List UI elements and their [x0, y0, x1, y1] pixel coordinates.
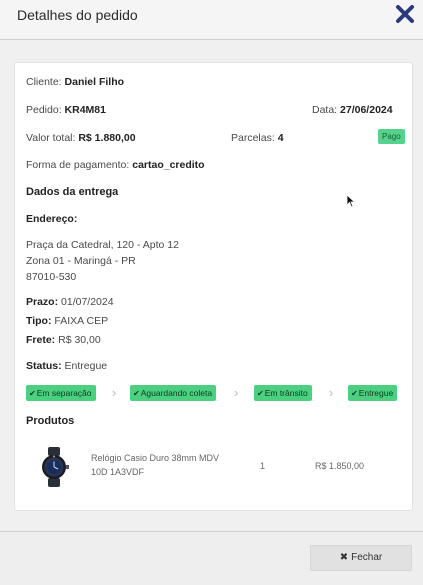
- deadline-value: 01/07/2024: [61, 296, 114, 308]
- client-label: Cliente:: [26, 76, 62, 88]
- status-step-label: Entregue: [358, 388, 394, 398]
- check-icon: ✔: [351, 389, 358, 398]
- delivery-status-row: Status: Entregue: [26, 360, 107, 373]
- total-row: Valor total: R$ 1.880,00: [26, 132, 136, 145]
- installments-label: Parcelas:: [231, 132, 275, 144]
- product-qty: 1: [260, 461, 266, 471]
- product-name-line-2: 10D 1A3VDF: [91, 467, 145, 477]
- order-id: KR4M81: [64, 104, 106, 116]
- check-icon: ✔: [133, 389, 140, 398]
- deadline-row: Prazo: 01/07/2024: [26, 296, 114, 309]
- deadline-label: Prazo:: [26, 296, 59, 308]
- delivery-heading: Dados da entrega: [26, 186, 119, 198]
- shipping-type-label: Tipo:: [26, 315, 52, 327]
- total-value: R$ 1.880,00: [78, 132, 136, 144]
- order-id-label: Pedido:: [26, 104, 62, 116]
- status-step-em-separacao: ✔Em separação: [26, 385, 96, 401]
- client-row: Cliente: Daniel Filho: [26, 76, 124, 89]
- order-date: 27/06/2024: [340, 104, 393, 116]
- order-id-row: Pedido: KR4M81: [26, 104, 106, 117]
- chevron-right-icon: ›: [234, 385, 239, 400]
- products-heading: Produtos: [26, 415, 75, 427]
- address-line-3: 87010-530: [26, 271, 77, 283]
- delivery-status-value: Entregue: [64, 360, 108, 372]
- freight-row: Frete: R$ 30,00: [26, 334, 101, 347]
- status-step-label: Em trânsito: [264, 388, 308, 398]
- client-name: Daniel Filho: [64, 76, 125, 88]
- status-step-label: Aguardando coleta: [140, 388, 213, 398]
- close-button-label: Fechar: [351, 552, 383, 563]
- modal-header: Detalhes do pedido: [0, 0, 423, 40]
- modal-footer: ✖ Fechar: [0, 533, 423, 585]
- modal-body: Cliente: Daniel Filho Pedido: KR4M81 Dat…: [0, 41, 423, 532]
- chevron-right-icon: ›: [329, 385, 334, 400]
- mouse-cursor-icon: [346, 194, 356, 208]
- order-card: Cliente: Daniel Filho Pedido: KR4M81 Dat…: [14, 62, 413, 511]
- address-label: Endereço:: [26, 213, 78, 225]
- order-date-label: Data:: [312, 104, 338, 116]
- chevron-right-icon: ›: [112, 385, 117, 400]
- status-step-aguardando-coleta: ✔Aguardando coleta: [130, 385, 217, 401]
- payment-method: cartao_credito: [132, 159, 205, 171]
- shipping-type-value: FAIXA CEP: [54, 315, 109, 327]
- close-button[interactable]: ✖ Fechar: [310, 545, 412, 571]
- status-step-entregue: ✔Entregue: [348, 385, 398, 401]
- product-name-line-1: Relógio Casio Duro 38mm MDV: [91, 453, 220, 463]
- payment-method-label: Forma de pagamento:: [26, 159, 130, 171]
- order-date-row: Data: 27/06/2024: [312, 104, 393, 117]
- shipping-type-row: Tipo: FAIXA CEP: [26, 315, 108, 328]
- status-step-em-transito: ✔Em trânsito: [254, 385, 312, 401]
- freight-label: Frete:: [26, 334, 56, 346]
- payment-method-row: Forma de pagamento: cartao_credito: [26, 159, 205, 172]
- installments-value: 4: [277, 132, 284, 144]
- address-line-1: Praça da Catedral, 120 - Apto 12: [26, 239, 179, 251]
- freight-value: R$ 30,00: [58, 334, 101, 346]
- product-watch-image: [42, 447, 69, 487]
- status-step-label: Em separação: [36, 388, 92, 398]
- check-icon: ✔: [257, 389, 264, 398]
- modal-title: Detalhes do pedido: [17, 7, 138, 23]
- times-icon: ✖: [339, 552, 349, 563]
- address-line-2: Zona 01 - Maringá - PR: [26, 255, 136, 267]
- total-label: Valor total:: [26, 132, 76, 144]
- delivery-status-label: Status:: [26, 360, 62, 372]
- close-icon[interactable]: [394, 3, 416, 25]
- check-icon: ✔: [29, 389, 36, 398]
- installments-row: Parcelas: 4: [231, 132, 284, 145]
- product-price: R$ 1.850,00: [315, 461, 365, 471]
- payment-status-badge: Pago: [378, 129, 405, 144]
